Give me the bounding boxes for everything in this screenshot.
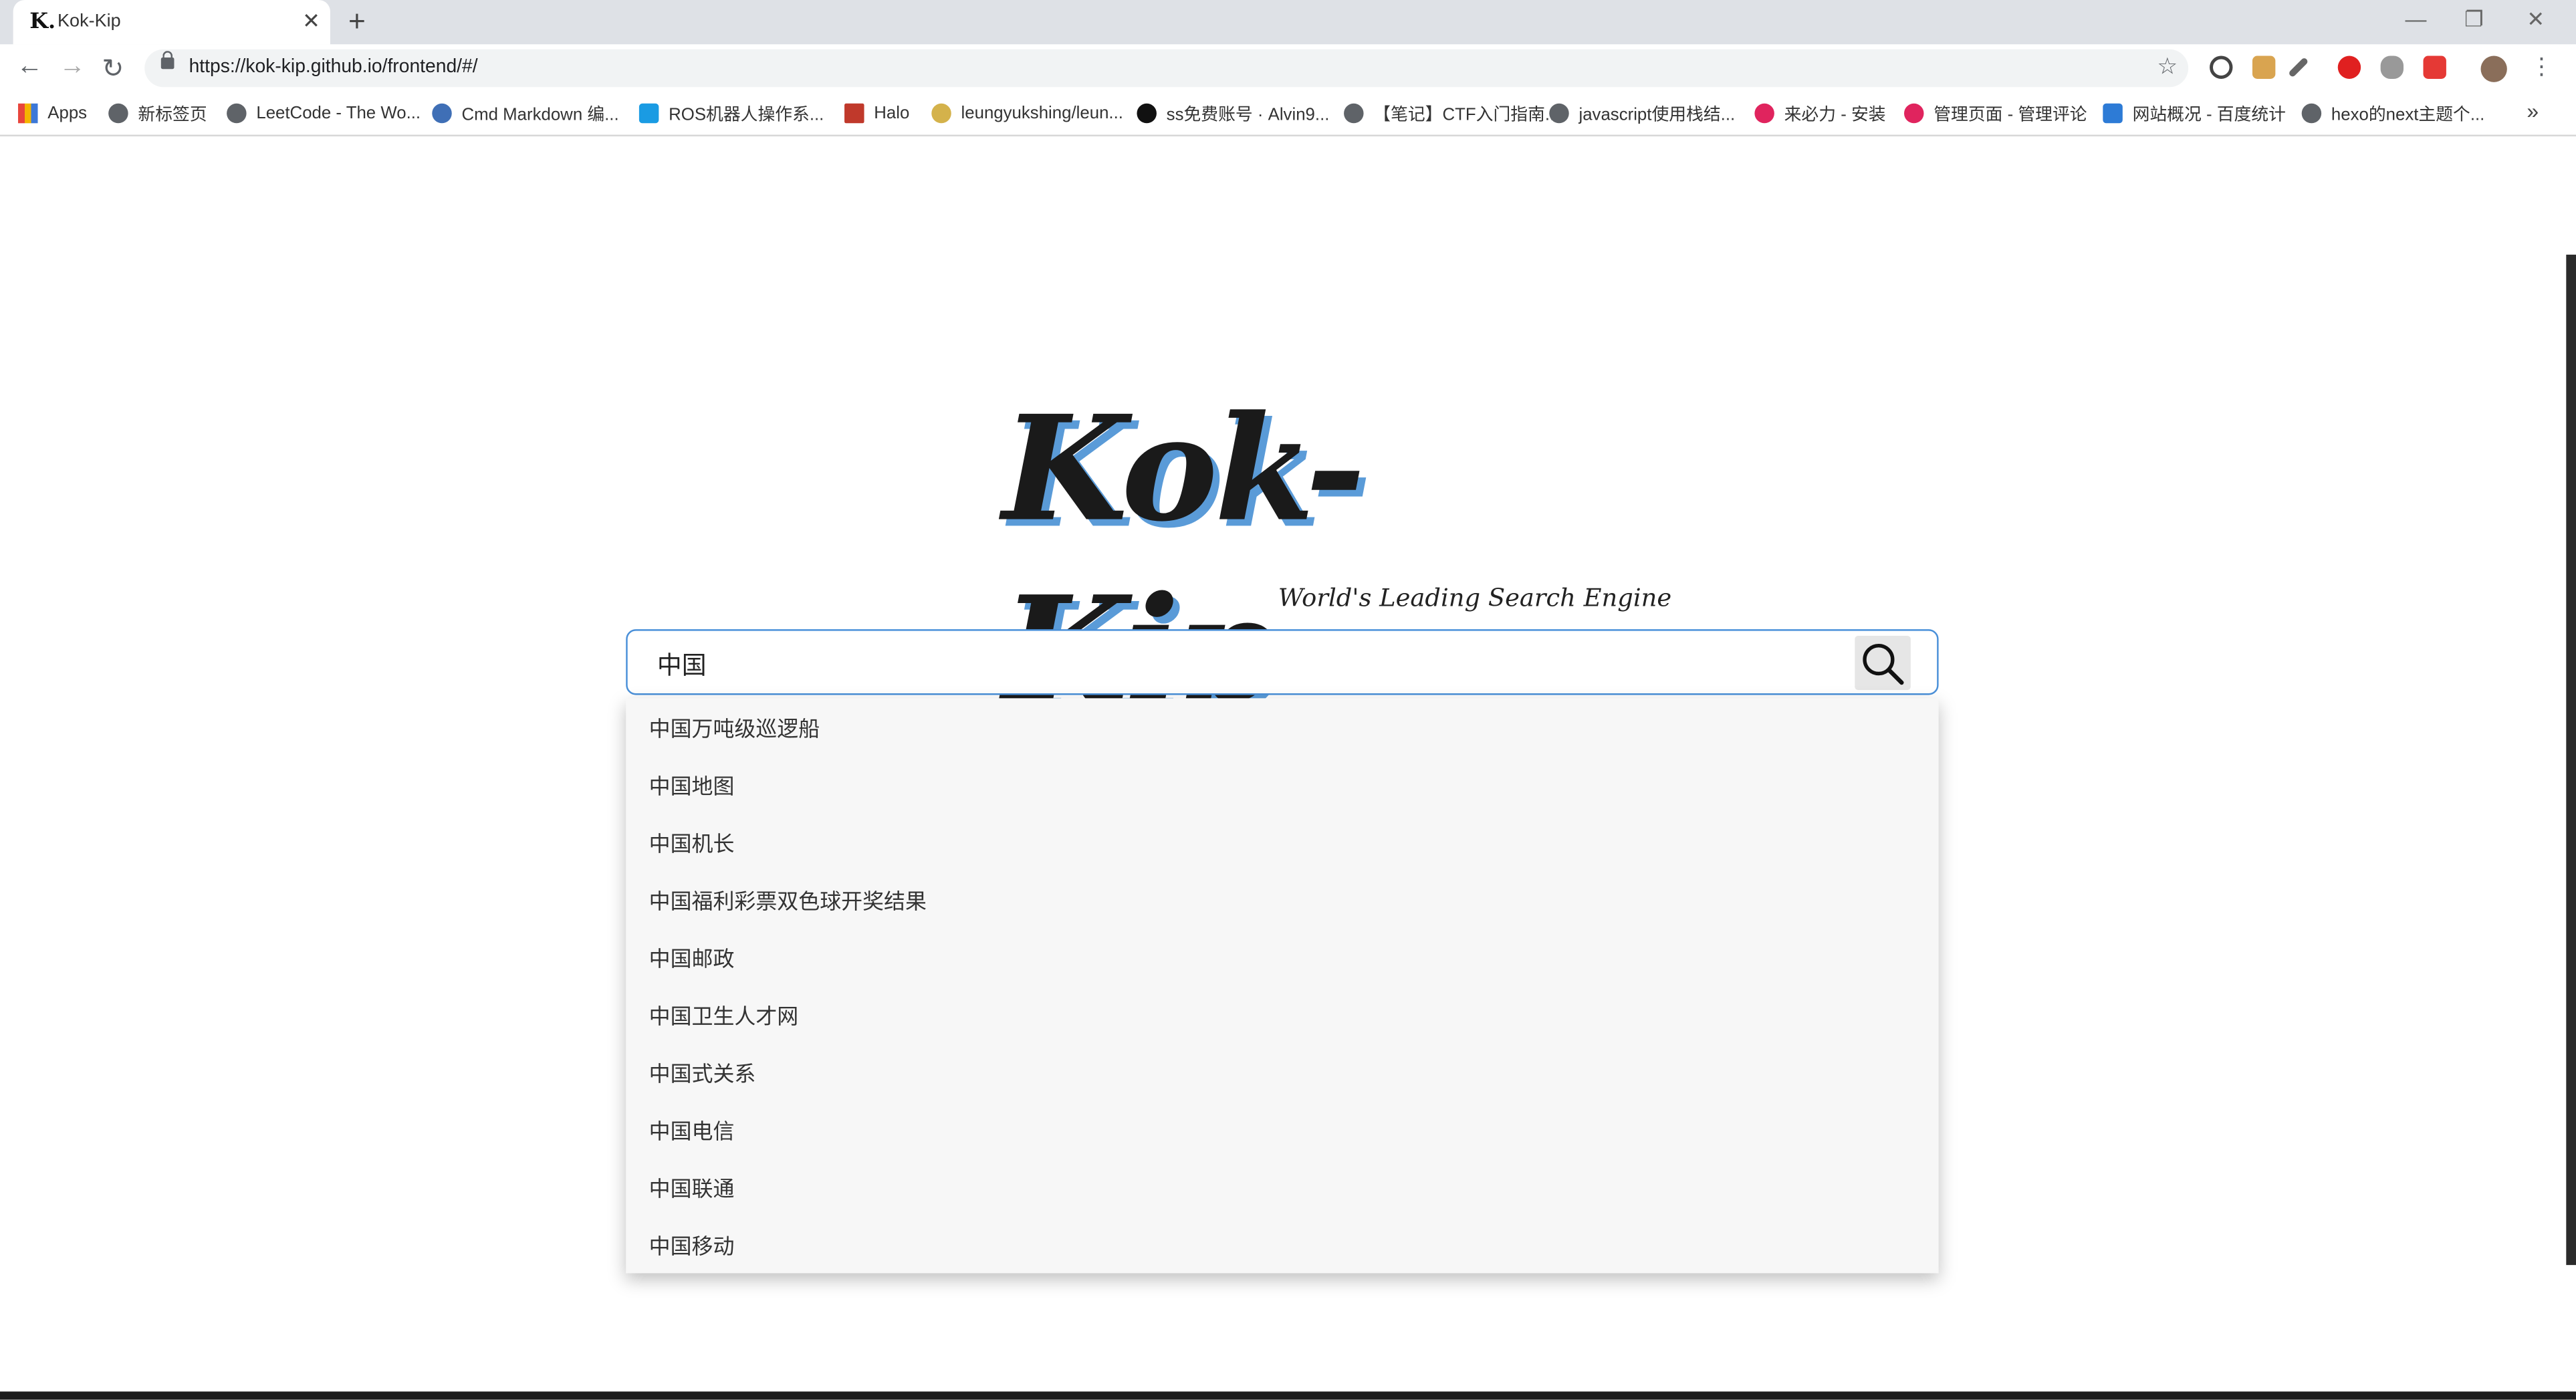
livere-icon xyxy=(1904,103,1924,124)
profile-avatar[interactable] xyxy=(2480,55,2507,82)
bookmark-item[interactable]: 管理页面 - 管理评论 xyxy=(1904,100,2087,126)
site-logo: Kok-Kip xyxy=(1002,378,1569,735)
suggestion-item[interactable]: 中国联通 xyxy=(626,1158,1938,1215)
bookmark-label: javascript使用栈结... xyxy=(1578,104,1736,124)
bookmark-label: Cmd Markdown 编... xyxy=(461,104,619,124)
search-icon xyxy=(1863,644,1904,685)
minimize-icon[interactable]: — xyxy=(2405,7,2426,31)
bilibili-icon xyxy=(638,103,659,124)
reload-icon[interactable]: ↻ xyxy=(102,53,124,86)
bookmark-label: hexo的next主题个... xyxy=(2331,104,2485,124)
bookmark-item[interactable]: ROS机器人操作系... xyxy=(638,100,824,126)
bookmark-label: Halo xyxy=(874,103,910,124)
bookmark-label: 新标签页 xyxy=(138,104,207,124)
taskbar-edge xyxy=(0,1391,2576,1400)
extension-opera-icon[interactable] xyxy=(2337,55,2361,79)
browser-toolbar: ← → ↻ https://kok-kip.github.io/frontend… xyxy=(0,44,2576,92)
suggestion-item[interactable]: 中国福利彩票双色球开奖结果 xyxy=(626,870,1938,928)
bookmark-label: leungyukshing/leun... xyxy=(961,103,1123,124)
stats-chart-icon xyxy=(2103,103,2123,124)
search-box xyxy=(626,629,1939,695)
globe-icon xyxy=(108,103,128,124)
suggestion-list: 中国万吨级巡逻船 中国地图 中国机长 中国福利彩票双色球开奖结果 中国邮政 中国… xyxy=(626,698,1939,1274)
cmd-markdown-icon xyxy=(432,103,452,124)
bookmark-label: ROS机器人操作系... xyxy=(669,104,824,124)
bookmark-label: 管理页面 - 管理评论 xyxy=(1934,104,2087,124)
suggestion-item[interactable]: 中国卫生人才网 xyxy=(626,985,1938,1043)
tab-close-icon[interactable]: ✕ xyxy=(302,8,320,34)
suggestion-item[interactable]: 中国式关系 xyxy=(626,1043,1938,1100)
globe-icon xyxy=(1549,103,1569,124)
restore-icon[interactable]: ❐ xyxy=(2464,7,2484,33)
tab-title: Kok-Kip xyxy=(57,11,121,31)
bookmarks-bar: Apps 新标签页 LeetCode - The Wo... Cmd Markd… xyxy=(0,92,2576,136)
search-button[interactable] xyxy=(1855,635,1911,691)
forward-icon[interactable]: → xyxy=(59,53,85,82)
url-text[interactable]: https://kok-kip.github.io/frontend/#/ xyxy=(189,57,478,77)
suggestion-item[interactable]: 中国万吨级巡逻船 xyxy=(626,698,1938,755)
globe-icon xyxy=(227,103,247,124)
bookmark-label: LeetCode - The Wo... xyxy=(256,103,421,124)
globe-icon xyxy=(1344,103,1364,124)
halo-icon xyxy=(844,103,864,124)
github-icon xyxy=(1137,103,1157,124)
bookmark-item[interactable]: LeetCode - The Wo... xyxy=(227,100,421,126)
bookmark-item[interactable]: hexo的next主题个... xyxy=(2301,100,2485,126)
tagline: World's Leading Search Engine xyxy=(1278,583,1672,613)
bookmark-item[interactable]: 【笔记】CTF入门指南... xyxy=(1344,100,1559,126)
bookmark-label: Apps xyxy=(47,103,88,124)
title-bar: K. Kok-Kip ✕ + — ❐ ✕ xyxy=(0,0,2576,45)
livere-icon xyxy=(1754,103,1774,124)
background-window-edge xyxy=(2566,254,2576,1266)
site-favicon-icon: K. xyxy=(29,9,56,35)
bookmark-item[interactable]: Halo xyxy=(844,100,909,126)
bookmark-item[interactable]: Cmd Markdown 编... xyxy=(432,100,619,126)
suggestion-item[interactable]: 中国地图 xyxy=(626,755,1938,813)
browser-window: K. Kok-Kip ✕ + — ❐ ✕ ← → ↻ https://kok-k… xyxy=(0,0,2576,1400)
extension-cloud-icon[interactable] xyxy=(2380,55,2404,79)
extension-cube-icon[interactable] xyxy=(2423,55,2446,79)
apps-grid-icon xyxy=(18,103,38,124)
bookmark-label: 来必力 - 安装 xyxy=(1784,104,1886,124)
bookmark-label: 网站概况 - 百度统计 xyxy=(2132,104,2286,124)
globe-icon xyxy=(2301,103,2322,124)
suggestion-item[interactable]: 中国机长 xyxy=(626,813,1938,870)
bookmark-item[interactable]: 来必力 - 安装 xyxy=(1754,100,1886,126)
suggestion-item[interactable]: 中国电信 xyxy=(626,1100,1938,1158)
browser-menu-icon[interactable]: ⋮ xyxy=(2530,53,2553,81)
bookmarks-overflow-icon[interactable]: » xyxy=(2527,98,2539,123)
bookmark-item[interactable]: leungyukshing/leun... xyxy=(931,100,1123,126)
bookmark-item[interactable]: ss免费账号 · Alvin9... xyxy=(1137,100,1329,126)
new-tab-icon[interactable]: + xyxy=(348,5,366,39)
lock-icon xyxy=(160,51,174,70)
extension-pen-icon[interactable] xyxy=(2288,57,2309,78)
bookmark-label: ss免费账号 · Alvin9... xyxy=(1166,104,1330,124)
flower-icon xyxy=(931,103,951,124)
suggestion-item[interactable]: 中国移动 xyxy=(626,1215,1938,1273)
back-icon[interactable]: ← xyxy=(17,53,43,82)
tab-kok-kip[interactable]: K. Kok-Kip ✕ xyxy=(13,0,330,45)
extension-hammer-icon[interactable] xyxy=(2252,55,2276,79)
bookmark-label: 【笔记】CTF入门指南... xyxy=(1373,104,1560,124)
address-bar[interactable]: https://kok-kip.github.io/frontend/#/ ☆ xyxy=(144,49,2189,88)
extension-sync-icon[interactable] xyxy=(2210,55,2233,79)
window-close-icon[interactable]: ✕ xyxy=(2527,7,2545,33)
bookmark-item[interactable]: javascript使用栈结... xyxy=(1549,100,1735,126)
bookmark-item[interactable]: 新标签页 xyxy=(108,100,207,126)
bookmark-item[interactable]: 网站概况 - 百度统计 xyxy=(2103,100,2286,126)
bookmark-apps[interactable]: Apps xyxy=(18,100,87,126)
bookmark-star-icon[interactable]: ☆ xyxy=(2157,53,2178,81)
search-input[interactable] xyxy=(654,644,1844,684)
suggestion-item[interactable]: 中国邮政 xyxy=(626,928,1938,985)
